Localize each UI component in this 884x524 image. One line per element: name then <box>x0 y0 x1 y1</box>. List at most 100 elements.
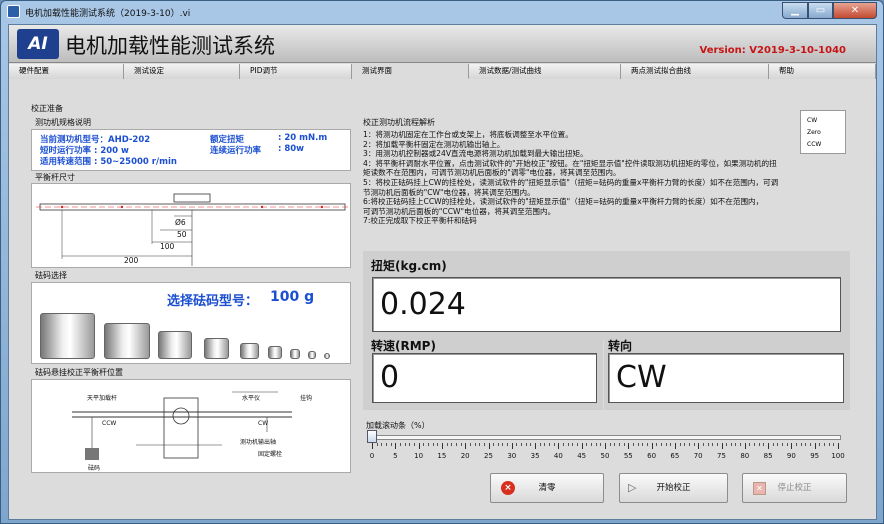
weight-value: 100 g <box>270 289 315 305</box>
slider-minor-tick <box>385 443 387 446</box>
close-button[interactable]: ✕ <box>833 2 877 19</box>
legend-cw: CW <box>807 117 818 124</box>
slider-minor-tick <box>810 443 812 446</box>
dim-200: 200 <box>124 256 139 265</box>
label-hook: 挂钩 <box>300 394 312 402</box>
slider-minor-tick <box>833 443 835 446</box>
slider-tick-mark <box>651 443 653 449</box>
slider-tick-mark <box>698 443 700 449</box>
slider-minor-tick <box>381 443 383 446</box>
title-bar[interactable]: 电机加载性能测试系统（2019-3-10）.vi ▁ ▭ ✕ <box>1 1 883 23</box>
slider-minor-tick <box>437 443 439 446</box>
slider-minor-tick <box>828 443 830 446</box>
slider-tick-label: 45 <box>577 452 587 460</box>
slider-tick-mark <box>838 443 839 449</box>
clear-button[interactable]: × 清零 <box>490 473 604 503</box>
tab-help[interactable]: 帮助 <box>769 64 876 79</box>
slider-minor-tick <box>521 443 523 446</box>
torque-value: 0.024 <box>372 277 841 332</box>
slider-minor-tick <box>432 443 434 446</box>
slider-minor-tick <box>474 443 476 446</box>
slider-tick-mark <box>418 443 420 449</box>
legend-zero: Zero <box>807 129 821 136</box>
slider-minor-tick <box>409 443 411 446</box>
direction-label: 转向 <box>608 339 633 353</box>
slider-minor-tick <box>591 443 593 446</box>
slider-minor-tick <box>656 443 658 446</box>
slider-minor-tick <box>684 443 686 446</box>
tab-test-interface[interactable]: 测试界面 <box>352 64 469 79</box>
slider-tick-mark <box>395 443 397 449</box>
label-bolt: 固定螺栓 <box>258 450 282 458</box>
slider-tick-label: 85 <box>763 452 773 460</box>
slider-minor-tick <box>819 443 821 446</box>
slider-minor-tick <box>455 443 457 446</box>
tab-test-data[interactable]: 测试数据/测试曲线 <box>469 64 621 79</box>
slider-tick-label: 75 <box>717 452 726 460</box>
label-ccw: CCW <box>102 420 116 427</box>
rated-torque-value: : 20 mN.m <box>278 133 328 143</box>
slider-tick-label: 35 <box>530 452 540 460</box>
company-logo-icon: AI <box>17 29 59 59</box>
tab-hardware[interactable]: 硬件配置 <box>9 64 124 79</box>
slider-minor-tick <box>427 443 429 446</box>
slider-minor-tick <box>600 443 602 446</box>
slider-tick-label: 80 <box>740 452 750 460</box>
slider-tick-label: 95 <box>810 452 820 460</box>
slider-minor-tick <box>530 443 532 446</box>
dim-100: 100 <box>160 242 175 251</box>
label-level: 水平仪 <box>242 394 260 402</box>
slider-minor-tick <box>525 443 527 446</box>
load-slider[interactable]: 0 5 10 15 20 25 30 35 40 45 50 55 60 65 70 75 80 85 90 95 10… <box>362 428 845 468</box>
start-calibration-button[interactable]: ▷ 开始校正 <box>619 473 728 503</box>
stop-button-label: 停止校正 <box>777 483 812 493</box>
stop-calibration-button[interactable]: ✕ 停止校正 <box>742 473 847 503</box>
slider-minor-tick <box>563 443 565 446</box>
speed-label: 转速(RMP) <box>371 339 436 353</box>
app-header: AI 电机加载性能测试系统 Version: V2019-3-10-1040 <box>9 25 876 63</box>
direction-legend: CW Zero CCW <box>800 110 846 154</box>
slider-minor-tick <box>516 443 518 446</box>
slider-minor-tick <box>707 443 709 446</box>
slider-minor-tick <box>772 443 774 446</box>
tab-two-point[interactable]: 两点测试拟合曲线 <box>621 64 769 79</box>
spec-label: 测功机规格说明 <box>35 118 91 127</box>
slider-tick-label: 60 <box>647 452 657 460</box>
step-5b: 节测功机后面板的"CW"电位器，将其调至范围内。 <box>363 187 535 197</box>
tab-pid[interactable]: PID调节 <box>240 64 352 79</box>
slider-minor-tick <box>632 443 634 446</box>
slider-track[interactable] <box>367 435 841 440</box>
slider-minor-tick <box>796 443 798 446</box>
slider-minor-tick <box>399 443 401 446</box>
slider-minor-tick <box>446 443 448 446</box>
weight-tiny-5 <box>324 353 330 359</box>
slider-tick-mark <box>674 443 676 449</box>
direction-value: CW <box>608 353 844 403</box>
slider-minor-tick <box>800 443 802 446</box>
slider-minor-tick <box>702 443 704 446</box>
slider-minor-tick <box>670 443 672 446</box>
slider-minor-tick <box>637 443 639 446</box>
step-4: 4：将平衡杆调耐水平位置，点击测试软件的"开始校正"按钮。在"扭矩显示值"控件读… <box>363 158 777 168</box>
stop-icon: ✕ <box>753 482 766 495</box>
slider-tick-mark <box>488 443 490 449</box>
step-6: 6:将校正砝码挂上CCW的挂栓处，读测试软件的"扭矩显示值"（扭矩=砝码的重量x… <box>363 197 764 207</box>
slider-minor-tick <box>404 443 406 446</box>
hang-diagram: 天平加载杆 水平仪 挂钩 CCW CW 测功机输出轴 固定螺栓 砝码 <box>31 379 351 473</box>
app-title: 电机加载性能测试系统 <box>65 34 275 58</box>
slider-tick-mark <box>628 443 630 449</box>
speed-range-text: 适用转速范围 : 50~25000 r/min <box>40 157 177 167</box>
slider-tick-label: 40 <box>553 452 563 460</box>
slider-minor-tick <box>782 443 784 446</box>
slider-minor-tick <box>609 443 611 446</box>
slider-tick-label: 70 <box>693 452 703 460</box>
weight-tiny-2 <box>268 346 282 359</box>
maximize-button[interactable]: ▭ <box>808 2 833 19</box>
step-1: 1：将测功机固定在工作台或支架上，将底板调整至水平位置。 <box>363 130 573 139</box>
weight-medium <box>104 323 150 359</box>
tab-test-settings[interactable]: 测试设定 <box>124 64 240 79</box>
minimize-button[interactable]: ▁ <box>782 2 808 19</box>
slider-minor-tick <box>618 443 620 446</box>
speed-display: 转速(RMP) 0 <box>363 339 603 410</box>
slider-thumb[interactable] <box>367 430 377 443</box>
